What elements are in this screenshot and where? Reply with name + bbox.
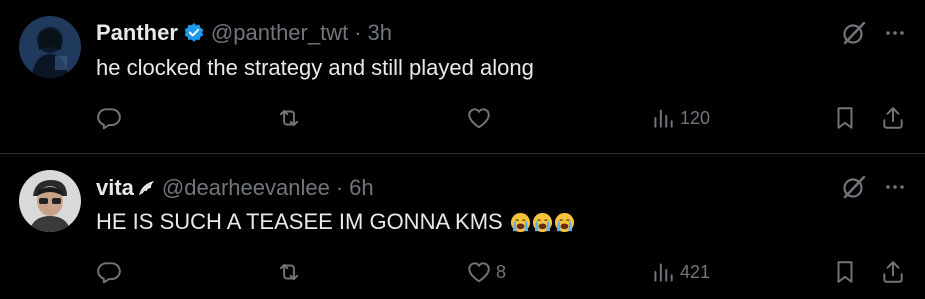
display-name[interactable]: vita [96,175,134,201]
handle[interactable]: @panther_twt [211,20,348,46]
loudly-crying-face-icon [510,212,530,232]
retweet-button[interactable] [276,259,306,285]
share-button[interactable] [880,259,906,285]
share-button[interactable] [880,105,906,131]
bookmark-button[interactable] [832,259,858,285]
views-count: 421 [680,261,711,282]
separator: · [335,175,344,200]
display-name[interactable]: Panther [96,20,178,46]
grok-icon[interactable] [841,20,867,46]
bookmark-button[interactable] [832,105,858,131]
tweet-text: he clocked the strategy and still played… [96,55,534,80]
verified-badge-icon [184,23,204,42]
heart-icon [468,262,490,283]
more-icon[interactable] [883,175,907,199]
views-icon [654,263,673,282]
retweet-icon [279,109,299,127]
like-count: 8 [496,261,507,282]
reply-icon [97,108,121,130]
tweet[interactable]: vita @dearheevanlee · 6h HE IS SUCH A TE… [0,154,925,299]
share-icon [883,107,903,129]
wing-emoji-icon [138,181,154,195]
handle[interactable]: @dearheevanlee [162,175,330,201]
share-icon [883,261,903,283]
views-button[interactable]: 421 [650,259,710,285]
loudly-crying-face-icon [532,212,552,232]
tweet-text: HE IS SUCH A TEASEE IM GONNA KMS [96,209,503,234]
reply-icon [97,262,121,284]
retweet-icon [279,263,299,281]
grok-icon[interactable] [841,174,867,200]
like-button[interactable]: 8 [466,259,506,285]
like-button[interactable] [466,105,496,131]
timestamp[interactable]: 6h [349,175,373,201]
views-count: 120 [680,107,711,128]
avatar[interactable] [19,16,81,78]
timestamp[interactable]: 3h [368,20,392,46]
bookmark-icon [837,107,853,129]
emoji-group [509,212,575,233]
more-icon[interactable] [883,21,907,45]
separator: · [354,20,362,45]
tweet-body: HE IS SUCH A TEASEE IM GONNA KMS [96,209,575,235]
views-icon [654,109,673,128]
views-button[interactable]: 120 [650,105,710,131]
heart-icon [468,108,490,129]
bookmark-icon [837,261,853,283]
tweet[interactable]: Panther @panther_twt · 3h he clocked the… [0,0,925,153]
avatar[interactable] [19,170,81,232]
reply-button[interactable] [96,105,126,131]
reply-button[interactable] [96,259,126,285]
loudly-crying-face-icon [554,212,574,232]
retweet-button[interactable] [276,105,306,131]
